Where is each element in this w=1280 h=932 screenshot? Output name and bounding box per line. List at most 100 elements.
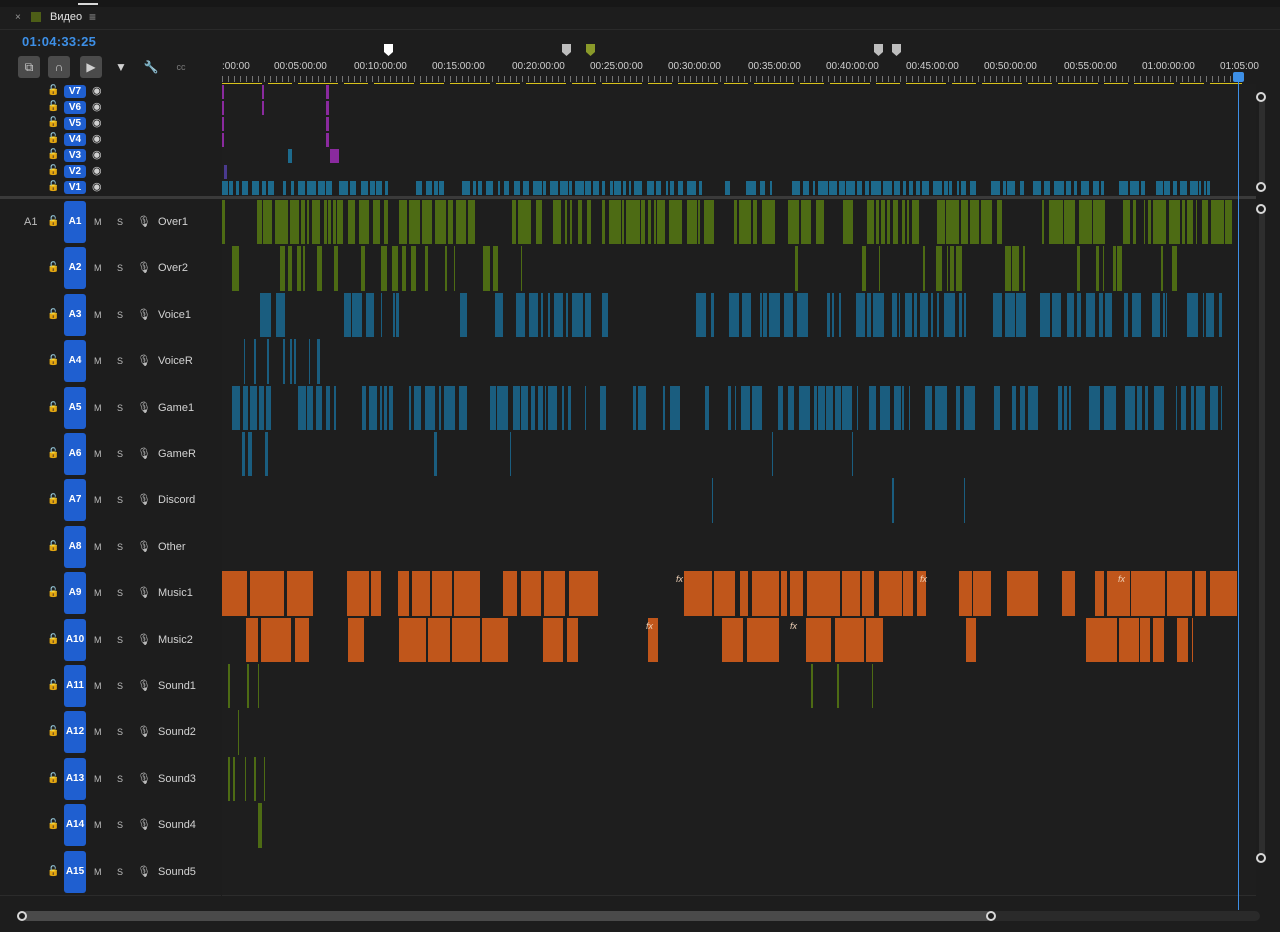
clip[interactable] [503, 571, 518, 616]
clip[interactable] [1005, 246, 1012, 291]
clip[interactable] [963, 292, 967, 338]
microphone-icon[interactable]: 🎙 [137, 354, 151, 367]
clip[interactable] [544, 385, 546, 430]
solo-button[interactable]: S [117, 867, 123, 877]
horizontal-scrollbar[interactable] [22, 911, 992, 921]
track-name[interactable]: VoiceR [158, 355, 193, 367]
lock-icon[interactable]: 🔓 [47, 309, 59, 320]
clip[interactable] [1172, 181, 1178, 195]
lock-icon[interactable]: 🔓 [47, 680, 59, 691]
clip[interactable] [257, 200, 262, 245]
mute-button[interactable]: M [94, 867, 102, 877]
track-name[interactable]: Sound3 [158, 773, 196, 785]
clip[interactable] [326, 117, 329, 131]
clip[interactable] [1094, 571, 1105, 616]
clip[interactable] [399, 617, 426, 662]
mute-button[interactable]: M [94, 449, 102, 459]
clip[interactable] [236, 181, 239, 195]
clip[interactable] [1132, 292, 1141, 338]
lock-icon[interactable]: 🔓 [47, 165, 59, 176]
clip[interactable] [324, 200, 327, 245]
clip[interactable] [584, 385, 587, 430]
clip[interactable] [258, 803, 262, 848]
track-name[interactable]: Game1 [158, 402, 194, 414]
clip[interactable] [391, 246, 399, 291]
clip[interactable] [622, 200, 624, 245]
clip[interactable] [759, 181, 766, 195]
clip[interactable] [1112, 246, 1116, 291]
clip[interactable] [818, 385, 826, 430]
clip[interactable] [613, 181, 621, 195]
clip[interactable] [265, 432, 269, 477]
clip[interactable] [837, 664, 839, 709]
clip[interactable] [921, 181, 930, 195]
clip[interactable] [665, 181, 669, 195]
track-target-a5[interactable]: A5 [64, 386, 86, 429]
clip[interactable] [434, 181, 438, 195]
track-name[interactable]: Discord [158, 494, 195, 506]
clip[interactable] [1020, 181, 1025, 195]
clip[interactable] [438, 385, 441, 430]
clip[interactable] [1006, 571, 1039, 616]
clip[interactable] [969, 181, 976, 195]
clip[interactable] [359, 200, 369, 245]
clip[interactable] [686, 181, 696, 195]
clip[interactable] [698, 181, 702, 195]
mute-button[interactable]: M [94, 495, 102, 505]
clip[interactable] [283, 181, 286, 195]
clip[interactable] [856, 385, 859, 430]
clip[interactable] [970, 200, 980, 245]
clip[interactable] [898, 292, 901, 338]
clip[interactable] [609, 200, 622, 245]
clip[interactable] [389, 385, 393, 430]
clip[interactable] [1164, 181, 1170, 195]
clip[interactable] [876, 200, 880, 245]
clip[interactable] [512, 385, 520, 430]
clip[interactable] [267, 181, 274, 195]
clip[interactable] [811, 664, 813, 709]
clip[interactable] [1195, 571, 1206, 616]
clip[interactable] [282, 339, 285, 384]
clip[interactable] [427, 617, 451, 662]
clip[interactable] [274, 200, 288, 245]
clip[interactable] [880, 385, 890, 430]
clip[interactable] [762, 200, 776, 245]
clip[interactable] [262, 85, 264, 99]
clip[interactable] [923, 246, 925, 291]
clip[interactable] [569, 181, 572, 195]
clip[interactable] [946, 200, 960, 245]
clip[interactable] [1151, 292, 1161, 338]
clip[interactable] [1100, 181, 1104, 195]
mute-button[interactable]: M [94, 263, 102, 273]
clip[interactable] [229, 181, 234, 195]
clip[interactable] [1023, 246, 1025, 291]
clip[interactable] [360, 246, 366, 291]
marker-gray-icon[interactable] [892, 44, 901, 56]
solo-button[interactable]: S [117, 681, 123, 691]
clip[interactable] [1148, 200, 1151, 245]
clip[interactable] [1211, 200, 1224, 245]
clip[interactable] [344, 292, 351, 338]
clip[interactable] [494, 292, 503, 338]
track-target-a4[interactable]: A4 [64, 340, 86, 383]
clip[interactable] [1066, 181, 1071, 195]
clip[interactable] [533, 181, 543, 195]
clip[interactable] [250, 385, 257, 430]
clip[interactable] [290, 181, 295, 195]
clip[interactable] [398, 571, 409, 616]
clip[interactable] [703, 200, 715, 245]
track-name[interactable]: Over1 [158, 216, 188, 228]
clip[interactable] [1063, 200, 1075, 245]
clip[interactable] [1210, 571, 1237, 616]
lock-icon[interactable]: 🔓 [47, 117, 59, 128]
clip[interactable] [827, 292, 831, 338]
lock-icon[interactable]: 🔓 [47, 448, 59, 459]
close-tab-icon[interactable]: × [15, 12, 21, 23]
clip[interactable] [346, 571, 369, 616]
clip[interactable] [883, 181, 892, 195]
clip[interactable] [294, 617, 309, 662]
clip[interactable] [834, 385, 841, 430]
microphone-icon[interactable]: 🎙 [137, 772, 151, 785]
solo-button[interactable]: S [117, 356, 123, 366]
clip[interactable] [402, 246, 406, 291]
